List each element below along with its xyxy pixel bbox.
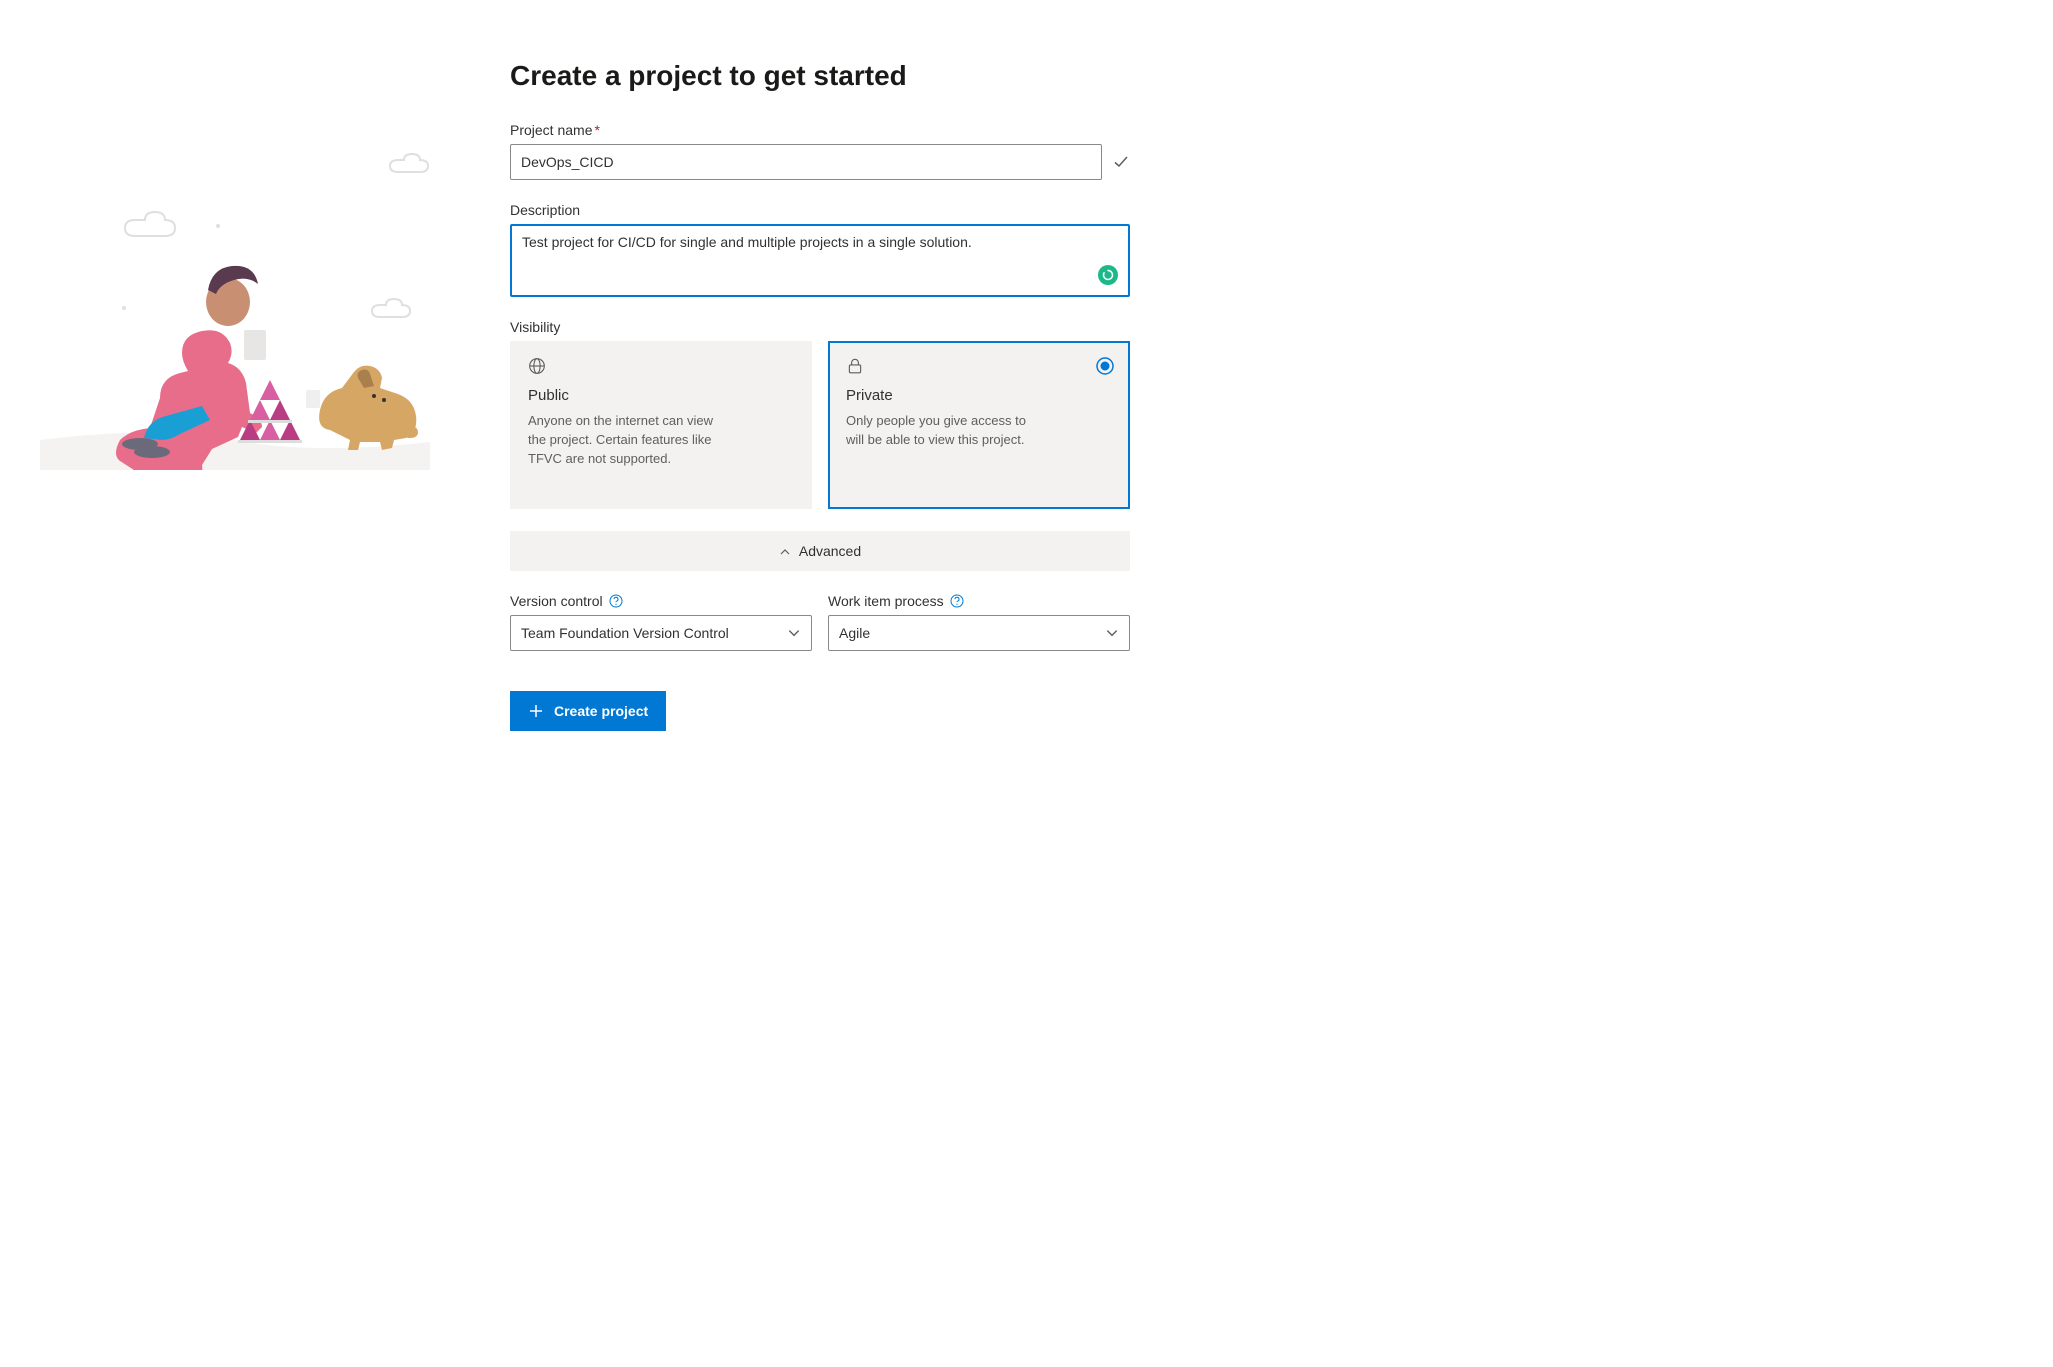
create-project-form: Create a project to get started Project … (510, 60, 1130, 1307)
illustration-column (40, 60, 430, 1307)
visibility-label: Visibility (510, 319, 1130, 335)
project-name-label: Project name* (510, 122, 1130, 138)
page-title: Create a project to get started (510, 60, 1130, 92)
version-control-group: Version control Team Foundation Version … (510, 593, 812, 651)
create-project-button-label: Create project (554, 703, 648, 719)
chevron-down-icon (1105, 626, 1119, 640)
plus-icon (528, 703, 544, 719)
chevron-up-icon (779, 545, 791, 557)
visibility-public-card[interactable]: Public Anyone on the internet can view t… (510, 341, 812, 509)
project-name-label-text: Project name (510, 122, 592, 138)
spinner-icon (1098, 265, 1118, 285)
visibility-public-desc: Anyone on the internet can view the proj… (528, 412, 718, 469)
lock-icon (846, 357, 864, 375)
create-project-button[interactable]: Create project (510, 691, 666, 731)
work-item-process-value: Agile (839, 625, 870, 641)
create-project-page: Create a project to get started Project … (0, 0, 2053, 1367)
advanced-toggle[interactable]: Advanced (510, 531, 1130, 571)
visibility-public-title: Public (528, 387, 794, 404)
visibility-private-card[interactable]: Private Only people you give access to w… (828, 341, 1130, 509)
help-icon[interactable] (609, 594, 623, 608)
work-item-process-group: Work item process Agile (828, 593, 1130, 651)
advanced-label: Advanced (799, 543, 861, 559)
project-name-group: Project name* (510, 122, 1130, 180)
visibility-private-title: Private (846, 387, 1112, 404)
advanced-selects: Version control Team Foundation Version … (510, 593, 1130, 651)
help-icon[interactable] (950, 594, 964, 608)
work-item-process-select[interactable]: Agile (828, 615, 1130, 651)
version-control-value: Team Foundation Version Control (521, 625, 729, 641)
radio-selected-icon (1096, 357, 1114, 375)
onboarding-illustration (40, 140, 430, 470)
visibility-group: Visibility Public Anyone on the internet… (510, 319, 1130, 509)
project-name-input[interactable] (510, 144, 1102, 180)
description-label: Description (510, 202, 1130, 218)
work-item-process-label: Work item process (828, 593, 944, 609)
visibility-private-desc: Only people you give access to will be a… (846, 412, 1036, 450)
description-group: Description (510, 202, 1130, 297)
required-indicator: * (594, 122, 599, 138)
chevron-down-icon (787, 626, 801, 640)
check-icon (1112, 153, 1130, 171)
description-field-wrap (510, 224, 1130, 297)
globe-icon (528, 357, 546, 375)
version-control-select[interactable]: Team Foundation Version Control (510, 615, 812, 651)
description-input[interactable] (522, 234, 1118, 284)
version-control-label: Version control (510, 593, 603, 609)
